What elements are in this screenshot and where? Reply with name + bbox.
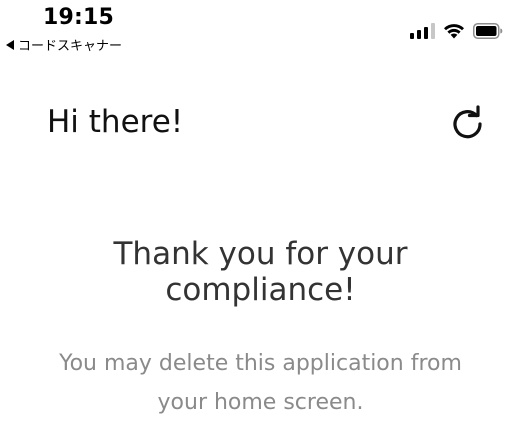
back-caret-icon: [6, 39, 14, 50]
refresh-icon: [453, 105, 482, 139]
back-app-label: コードスキャナー: [18, 39, 123, 54]
status-bar: 19:15 コードスキャナー: [0, 0, 521, 60]
wifi-icon: [444, 24, 464, 39]
thank-you-headline: Thank you for your compliance!: [113, 236, 408, 308]
signal-icon: [410, 22, 435, 39]
status-time: 19:15: [43, 5, 115, 30]
delete-app-instructions: You may delete this application from you…: [59, 351, 462, 415]
back-to-app-button[interactable]: コードスキャナー: [6, 35, 122, 54]
status-icons: [410, 22, 503, 39]
battery-icon: [473, 22, 503, 39]
refresh-button[interactable]: [448, 104, 488, 144]
page-title: Hi there!: [47, 104, 184, 140]
